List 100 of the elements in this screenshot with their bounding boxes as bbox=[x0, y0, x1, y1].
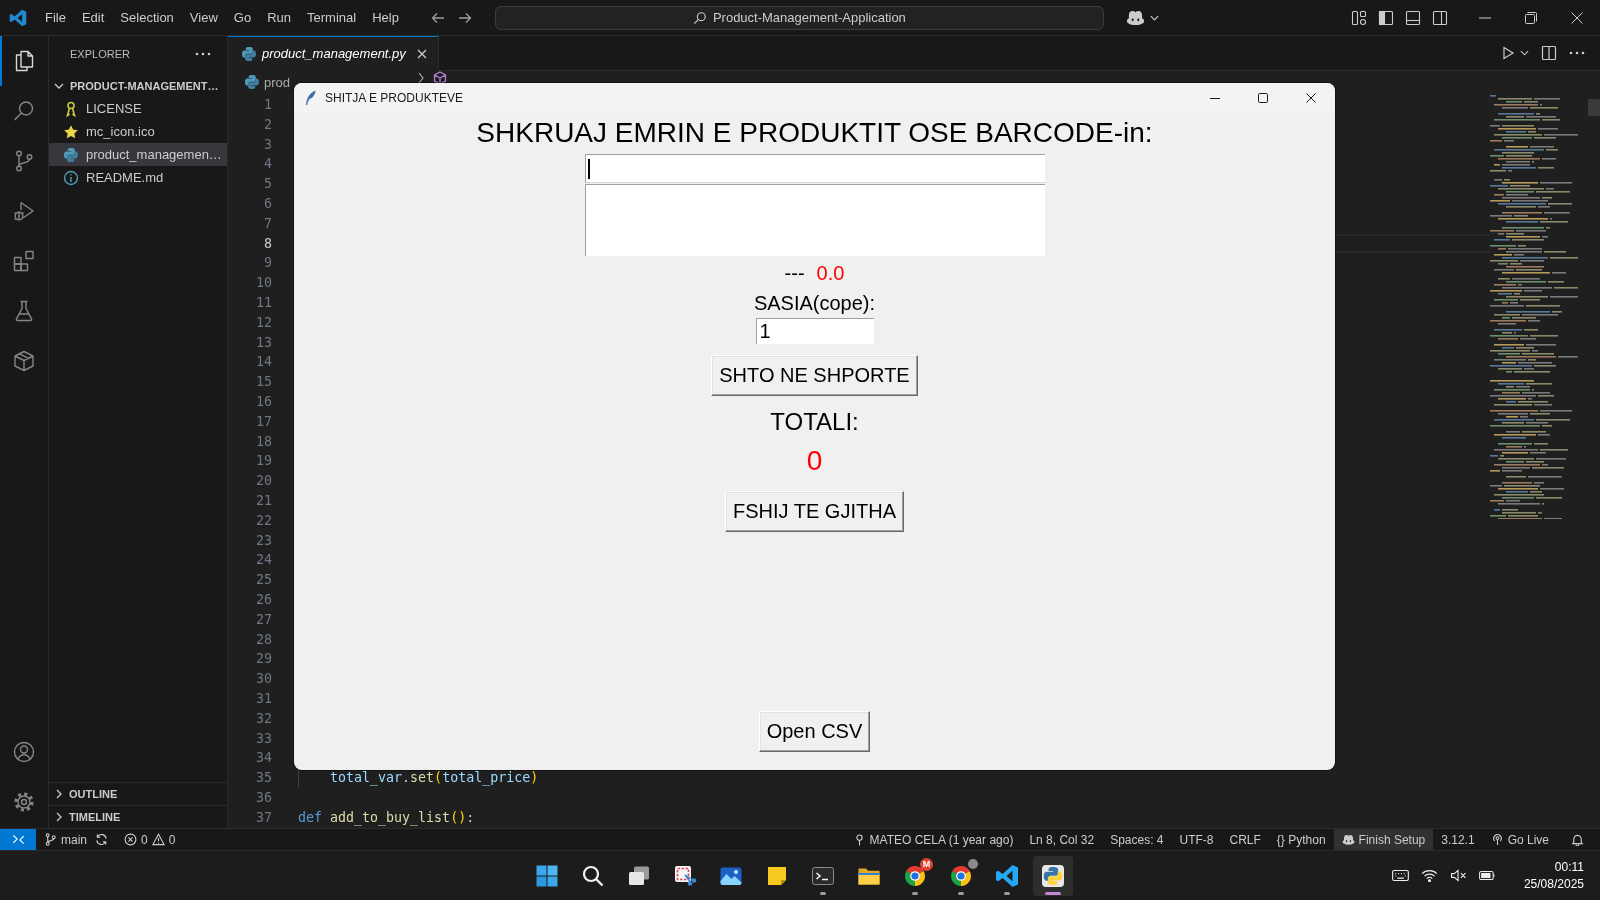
section-header[interactable]: OUTLINE bbox=[49, 782, 227, 805]
key-icon bbox=[63, 100, 79, 117]
volume-muted-icon[interactable] bbox=[1449, 869, 1467, 882]
line-number: 33 bbox=[255, 729, 273, 748]
line-number: 6 bbox=[263, 195, 273, 213]
line-number: 5 bbox=[263, 175, 273, 194]
more-icon[interactable] bbox=[195, 51, 211, 56]
menu-item[interactable]: Run bbox=[259, 5, 299, 30]
branch-item[interactable]: main bbox=[36, 829, 116, 850]
line-ending-item[interactable]: CRLF bbox=[1221, 829, 1269, 850]
minimize-icon[interactable] bbox=[1210, 97, 1220, 99]
taskbar-button[interactable] bbox=[1033, 855, 1073, 896]
command-search-field[interactable]: Product-Management-Application bbox=[494, 5, 1104, 30]
quantity-field[interactable]: 1 bbox=[755, 318, 874, 344]
chevron-down-icon[interactable] bbox=[1520, 50, 1529, 56]
more-icon[interactable] bbox=[1569, 51, 1585, 55]
chevron-down-icon[interactable] bbox=[1149, 14, 1159, 21]
line-number: 2 bbox=[263, 115, 273, 134]
cursor-position[interactable]: Ln 8, Col 32 bbox=[1021, 829, 1103, 850]
copilot-setup-button[interactable]: Finish Setup bbox=[1333, 829, 1434, 850]
menu-item[interactable]: File bbox=[37, 5, 74, 30]
cube-icon bbox=[12, 349, 36, 373]
line-number: 26 bbox=[255, 590, 273, 609]
go-live-button[interactable]: Go Live bbox=[1482, 829, 1557, 850]
line-number: 35 bbox=[255, 769, 273, 788]
wifi-icon[interactable] bbox=[1420, 869, 1438, 882]
app-logo-icon bbox=[9, 8, 27, 27]
battery-icon[interactable] bbox=[1478, 869, 1496, 882]
sidebar-right-icon[interactable] bbox=[1432, 9, 1448, 26]
line-number: 36 bbox=[255, 788, 273, 807]
breadcrumb-item[interactable]: prod bbox=[264, 74, 291, 90]
clear-all-button[interactable]: FSHIJ TE GJITHA bbox=[725, 491, 904, 532]
restore-icon[interactable] bbox=[1525, 11, 1537, 24]
interpreter-item[interactable]: 3.12.1 bbox=[1433, 829, 1483, 850]
panel-bottom-icon[interactable] bbox=[1405, 9, 1421, 26]
open-csv-button[interactable]: Open CSV bbox=[758, 711, 871, 752]
clock[interactable]: 00:11 25/08/2025 bbox=[1523, 858, 1584, 893]
editor-tab[interactable]: product_management.py bbox=[228, 35, 439, 71]
bell-icon[interactable] bbox=[1571, 833, 1584, 846]
remote-button[interactable] bbox=[0, 829, 36, 850]
search-icon bbox=[581, 863, 605, 888]
indentation-item[interactable]: Spaces: 4 bbox=[1102, 829, 1172, 850]
letter-badge: M bbox=[920, 857, 933, 871]
start-icon bbox=[535, 863, 559, 888]
menu-item[interactable]: Selection bbox=[112, 5, 182, 30]
run-icon[interactable] bbox=[1500, 45, 1516, 61]
tree-item[interactable]: product_managemen… bbox=[49, 143, 227, 166]
menu-item[interactable]: Edit bbox=[73, 5, 113, 30]
blame-item[interactable]: MATEO CELA (1 year ago) bbox=[844, 829, 1022, 850]
line-number: 21 bbox=[255, 491, 273, 510]
encoding-item[interactable]: UTF-8 bbox=[1171, 829, 1222, 850]
branch-icon bbox=[44, 833, 57, 846]
problems-item[interactable]: 0 0 bbox=[116, 829, 184, 850]
keyboard-icon[interactable] bbox=[1391, 869, 1409, 882]
snip-tool-icon bbox=[673, 863, 697, 888]
account-icon[interactable] bbox=[12, 740, 36, 764]
line-number: 34 bbox=[255, 749, 273, 768]
line-number: 1 bbox=[263, 96, 273, 114]
taskbar-button[interactable]: M bbox=[895, 855, 935, 896]
python-file-icon bbox=[241, 45, 257, 62]
line-number: 18 bbox=[255, 432, 273, 451]
python-file-icon bbox=[244, 74, 260, 90]
line-number: 24 bbox=[255, 551, 273, 570]
info-icon bbox=[63, 169, 79, 186]
product-name: --- bbox=[784, 261, 805, 285]
menu-item[interactable]: Go bbox=[225, 5, 260, 30]
price-value: 0.0 bbox=[816, 261, 845, 285]
menu-item[interactable]: Terminal bbox=[299, 5, 365, 30]
line-number: 25 bbox=[255, 571, 273, 590]
line-number: 7 bbox=[263, 214, 273, 233]
face-icon[interactable] bbox=[1125, 9, 1145, 26]
sync-icon[interactable] bbox=[95, 833, 108, 846]
scrollbar-thumb[interactable] bbox=[1588, 99, 1600, 116]
line-number: 20 bbox=[255, 472, 273, 491]
feather-icon bbox=[304, 90, 316, 106]
menu-item[interactable]: View bbox=[181, 5, 226, 30]
line-number: 9 bbox=[263, 254, 273, 273]
language-mode[interactable]: {} Python bbox=[1268, 829, 1334, 850]
tree-item[interactable]: LICENSE bbox=[49, 97, 227, 120]
line-number: 23 bbox=[255, 531, 273, 550]
sidebar-left-icon[interactable] bbox=[1378, 9, 1394, 26]
tree-item[interactable]: mc_icon.ico bbox=[49, 120, 227, 143]
line-number: 37 bbox=[255, 808, 273, 827]
error-icon bbox=[124, 833, 137, 846]
tree-item[interactable]: README.md bbox=[49, 166, 227, 189]
layout-icon[interactable] bbox=[1351, 9, 1367, 26]
settings-icon[interactable] bbox=[12, 790, 36, 814]
close-icon[interactable] bbox=[1306, 93, 1316, 103]
menu-item[interactable]: Help bbox=[364, 5, 407, 30]
maximize-icon[interactable] bbox=[1258, 93, 1268, 103]
add-to-cart-button[interactable]: SHTO NE SHPORTE bbox=[711, 355, 918, 396]
line-number: 8 bbox=[263, 234, 273, 253]
folder-item[interactable]: PRODUCT-MANAGEMENT… bbox=[49, 74, 227, 97]
cube-icon bbox=[433, 71, 448, 85]
line-number: 30 bbox=[255, 670, 273, 689]
run-debug-icon bbox=[12, 199, 36, 223]
split-editor-icon[interactable] bbox=[1541, 45, 1557, 61]
python-file-icon bbox=[63, 146, 79, 163]
search-field[interactable] bbox=[584, 154, 1045, 183]
remote-icon bbox=[11, 833, 25, 846]
